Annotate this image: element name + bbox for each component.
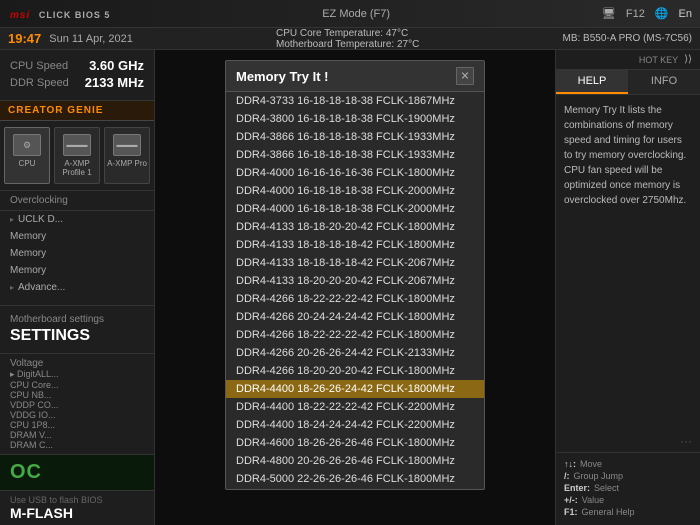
info-bar: 19:47 Sun 11 Apr, 2021 CPU Core Temperat… [0, 28, 700, 50]
memory-item[interactable]: DDR4-4800 20-26-26-26-46 FCLK-1800MHz [226, 452, 484, 470]
ddr-speed-row: DDR Speed 2133 MHz [10, 75, 144, 90]
profile-cpu[interactable]: ⚙ CPU [4, 127, 50, 184]
memory-item[interactable]: DDR4-3866 16-18-18-18-38 FCLK-1933MHz [226, 128, 484, 146]
memory-item[interactable]: DDR4-3866 16-18-18-18-38 FCLK-1933MHz [226, 146, 484, 164]
top-bar: msi CLICK BIOS 5 EZ Mode (F7) 🖥 F12 🌐 En [0, 0, 700, 28]
memory-item[interactable]: DDR4-4000 16-16-16-16-36 FCLK-1800MHz [226, 164, 484, 182]
time-display: 19:47 [8, 31, 41, 46]
cpu-speed-row: CPU Speed 3.60 GHz [10, 58, 144, 73]
modal-close-button[interactable]: × [456, 67, 474, 85]
memory-item[interactable]: DDR4-4133 18-18-18-18-42 FCLK-1800MHz [226, 236, 484, 254]
sidebar-item-memory-2[interactable]: Memory [0, 245, 154, 262]
lang-icon: 🌐 [655, 7, 669, 20]
memory-item[interactable]: DDR4-4266 18-22-22-22-42 FCLK-1800MHz [226, 290, 484, 308]
creator-genie: CREATOR GENIE [0, 101, 154, 121]
date-display: Sun 11 Apr, 2021 [49, 33, 133, 45]
memory-item[interactable]: DDR4-4133 18-18-18-18-42 FCLK-2067MHz [226, 254, 484, 272]
voltage-section: Voltage ▸ DigitALL... CPU Core... CPU NB… [0, 354, 154, 454]
memory-item[interactable]: DDR4-4266 18-22-22-22-42 FCLK-1800MHz [226, 326, 484, 344]
memory-item[interactable]: DDR4-4000 16-18-18-18-38 FCLK-2000MHz [226, 200, 484, 218]
memory-item[interactable]: DDR4-4266 18-20-20-20-42 FCLK-1800MHz [226, 362, 484, 380]
modal-overlay: Memory Try It ! × DDR4-3733 16-18-18-18-… [155, 50, 555, 525]
msi-logo: msi CLICK BIOS 5 [8, 5, 110, 23]
speed-section: CPU Speed 3.60 GHz DDR Speed 2133 MHz [0, 50, 154, 101]
modal-body[interactable]: DDR4-3733 16-18-18-18-38 FCLK-1867MHzDDR… [226, 92, 484, 489]
right-panel: HOT KEY ⟩⟩ HELP INFO Memory Try It lists… [555, 50, 700, 525]
control-enter: Enter: Select [564, 483, 692, 493]
modal-title: Memory Try It ! [236, 69, 328, 84]
memory-item[interactable]: DDR4-4266 20-26-26-24-42 FCLK-2133MHz [226, 344, 484, 362]
settings-section: Motherboard settings SETTINGS [0, 305, 154, 354]
left-sidebar: CPU Speed 3.60 GHz DDR Speed 2133 MHz CR… [0, 50, 155, 525]
help-tabs: HELP INFO [556, 70, 700, 95]
tab-help[interactable]: HELP [556, 70, 628, 94]
top-bar-right: 🖥 F12 🌐 En [602, 7, 692, 20]
memory-item[interactable]: DDR4-4400 18-26-26-24-42 FCLK-1800MHz [226, 380, 484, 398]
tab-info[interactable]: INFO [628, 70, 700, 94]
ez-mode-label: EZ Mode (F7) [322, 8, 390, 20]
memory-item[interactable]: DDR4-4400 18-22-22-22-42 FCLK-2200MHz [226, 398, 484, 416]
sidebar-item-advance[interactable]: ▸ Advance... [0, 279, 154, 296]
profile-icons: ⚙ CPU ▬▬▬ A-XMP Profile 1 ▬▬▬ A-XMP Pro [0, 121, 154, 191]
control-group-jump: /: Group Jump [564, 471, 692, 481]
controls-section: ↑↓: Move /: Group Jump Enter: Select +/-… [556, 452, 700, 525]
memory-item[interactable]: DDR4-3733 16-18-18-18-38 FCLK-1867MHz [226, 92, 484, 110]
hotkey-section: HOT KEY ⟩⟩ [556, 50, 700, 70]
mflash-section: Use USB to flash BIOS M-FLASH [0, 490, 154, 525]
scroll-indicator: ··· [556, 430, 700, 452]
cpu-icon: ⚙ [13, 134, 41, 156]
profile-xmp1[interactable]: ▬▬▬ A-XMP Profile 1 [54, 127, 100, 184]
control-help: F1: General Help [564, 507, 692, 517]
memory-item[interactable]: DDR4-4266 20-24-24-24-42 FCLK-1800MHz [226, 308, 484, 326]
memory-item[interactable]: DDR4-5000 22-26-26-26-46 FCLK-1800MHz [226, 470, 484, 488]
xmp1-icon: ▬▬▬ [63, 134, 91, 156]
memory-item[interactable]: DDR4-4600 18-26-26-26-46 FCLK-1800MHz [226, 434, 484, 452]
memory-item[interactable]: DDR4-4133 18-18-20-20-42 FCLK-1800MHz [226, 218, 484, 236]
sidebar-items: ▸ UCLK D... Memory Memory Memory ▸ Advan… [0, 211, 154, 305]
memory-item[interactable]: DDR4-5100 22-26-26-26-46 FCLK-1800MHz [226, 488, 484, 489]
temp-section: CPU Core Temperature: 47°C Motherboard T… [276, 28, 419, 50]
main-content: CPU Speed 3.60 GHz DDR Speed 2133 MHz CR… [0, 50, 700, 525]
mb-section: MB: B550-A PRO (MS-7C56) [563, 33, 692, 44]
sidebar-item-memory-3[interactable]: Memory [0, 262, 154, 279]
time-section: 19:47 Sun 11 Apr, 2021 [8, 31, 133, 46]
control-value: +/-: Value [564, 495, 692, 505]
memory-item[interactable]: DDR4-4133 18-20-20-20-42 FCLK-2067MHz [226, 272, 484, 290]
memory-try-it-modal: Memory Try It ! × DDR4-3733 16-18-18-18-… [225, 60, 485, 490]
overclocking-label: Overclocking [0, 191, 154, 211]
modal-header: Memory Try It ! × [226, 61, 484, 92]
sidebar-item-memory-1[interactable]: Memory [0, 228, 154, 245]
help-content: Memory Try It lists the combinations of … [556, 95, 700, 430]
monitor-icon: 🖥 [602, 7, 616, 20]
sidebar-item-uclk[interactable]: ▸ UCLK D... [0, 211, 154, 228]
memory-item[interactable]: DDR4-4000 16-18-18-18-38 FCLK-2000MHz [226, 182, 484, 200]
profile-xmp2[interactable]: ▬▬▬ A-XMP Pro [104, 127, 150, 184]
center-area: Memory Try It ! × DDR4-3733 16-18-18-18-… [155, 50, 555, 525]
memory-item[interactable]: DDR4-4400 18-24-24-24-42 FCLK-2200MHz [226, 416, 484, 434]
control-move: ↑↓: Move [564, 459, 692, 469]
xmp2-icon: ▬▬▬ [113, 134, 141, 156]
oc-section[interactable]: OC [0, 454, 154, 490]
memory-item[interactable]: DDR4-3800 16-18-18-18-38 FCLK-1900MHz [226, 110, 484, 128]
